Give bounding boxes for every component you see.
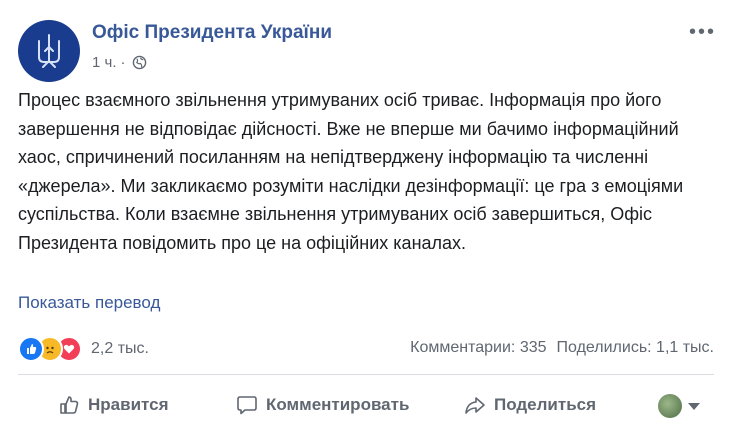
share-button[interactable]: Поделиться <box>464 394 596 416</box>
comment-button[interactable]: Комментировать <box>236 394 409 416</box>
reactions-summary[interactable]: 2,2 тыс. <box>18 336 149 362</box>
shares-count-link[interactable]: Поделились: 1,1 тыс. <box>557 339 714 357</box>
page-name-link[interactable]: Офіс Президента України <box>92 22 332 44</box>
actions-divider <box>18 374 714 375</box>
reaction-count: 2,2 тыс. <box>91 340 149 357</box>
post-actions-bar: Нравится Комментировать Поделиться <box>18 388 714 428</box>
post-body-text: Процес взаємного звільнення утримуваних … <box>18 90 684 253</box>
post-as-selector[interactable] <box>658 394 700 418</box>
engagement-counts: Комментарии: 335 Поделились: 1,1 тыс. <box>410 339 714 357</box>
like-reaction-icon <box>18 336 44 362</box>
post-timestamp[interactable]: 1 ч. <box>92 54 117 71</box>
like-button[interactable]: Нравится <box>58 394 169 416</box>
viewer-avatar <box>658 394 682 418</box>
globe-icon[interactable] <box>132 55 147 70</box>
comment-button-label: Комментировать <box>266 395 410 414</box>
post-header: Офіс Президента України 1 ч. · ••• <box>18 16 714 82</box>
trident-emblem-icon <box>38 34 60 68</box>
show-translation-link[interactable]: Показать перевод <box>18 293 160 313</box>
caret-down-icon <box>688 402 700 410</box>
thumbs-up-icon <box>60 396 79 414</box>
more-options-icon[interactable]: ••• <box>689 22 716 42</box>
page-avatar[interactable] <box>18 20 80 82</box>
facebook-post: Офіс Президента України 1 ч. · ••• Проце… <box>0 0 730 438</box>
post-stats: 2,2 тыс. Комментарии: 335 Поделились: 1,… <box>18 336 714 362</box>
share-button-label: Поделиться <box>494 395 597 414</box>
like-button-label: Нравится <box>88 395 169 414</box>
post-meta: 1 ч. · <box>92 54 147 71</box>
meta-separator: · <box>120 54 126 71</box>
share-arrow-icon <box>465 397 485 414</box>
comments-count-link[interactable]: Комментарии: 335 <box>410 339 546 357</box>
comment-bubble-icon <box>237 396 257 415</box>
